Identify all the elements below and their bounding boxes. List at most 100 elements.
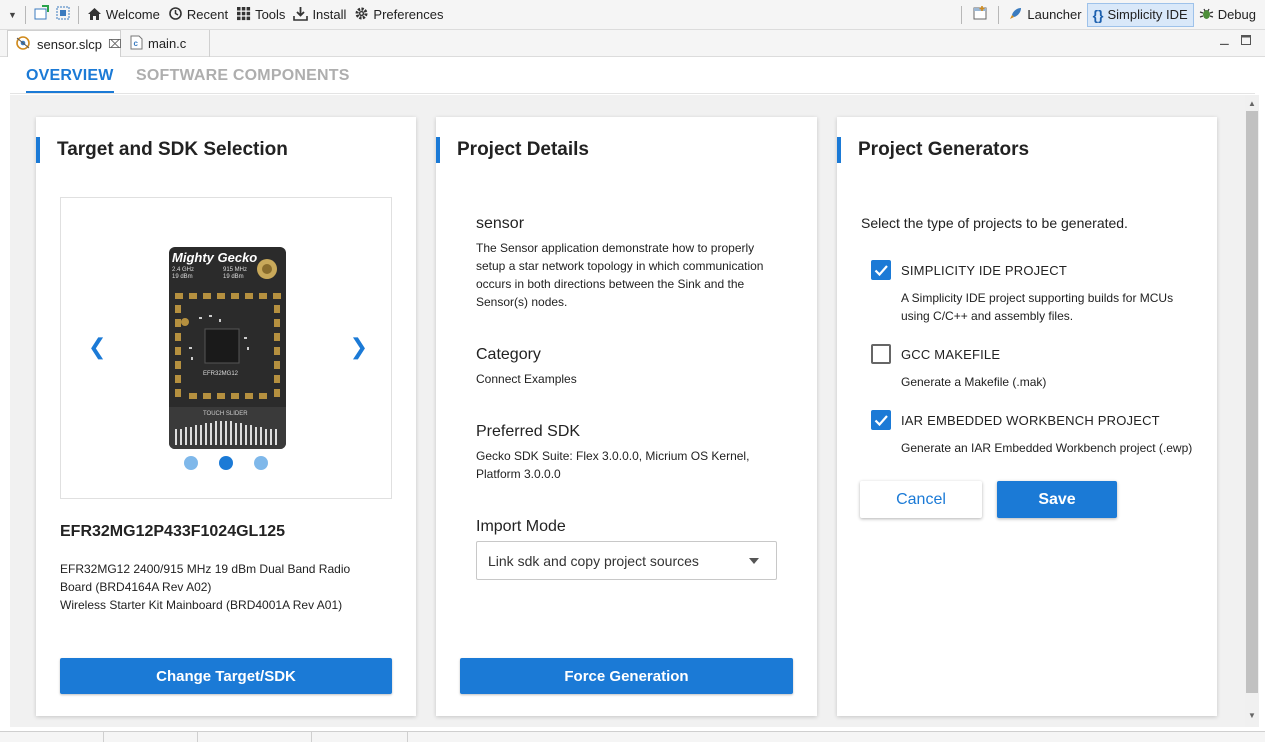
bottom-panel-tab[interactable] (4, 732, 104, 742)
checkmark-icon (874, 265, 888, 277)
checkmark-icon (874, 415, 888, 427)
generator-option-label: GCC MAKEFILE (901, 347, 1001, 362)
c-file-icon: c (130, 35, 143, 53)
download-icon (293, 6, 309, 24)
perspective-launcher-label: Launcher (1027, 7, 1082, 22)
generator-option-desc: Generate an IAR Embedded Workbench proje… (901, 441, 1193, 455)
force-generation-button[interactable]: Force Generation (460, 658, 793, 694)
tab-overview[interactable]: OVERVIEW (26, 67, 114, 93)
change-target-sdk-button[interactable]: Change Target/SDK (60, 658, 392, 694)
category-value: Connect Examples (476, 372, 577, 386)
maximize-icon[interactable] (1241, 34, 1251, 48)
open-perspective-icon[interactable] (972, 5, 988, 24)
carousel-dot[interactable] (184, 456, 198, 470)
braces-icon: {} (1092, 6, 1104, 23)
import-mode-value: Link sdk and copy project sources (488, 552, 699, 569)
dropdown-arrow-icon[interactable]: ▼ (8, 10, 17, 20)
card-title: Project Generators (837, 137, 1029, 163)
editor-tab-sensor-slcp[interactable]: sensor.slcp ⌧ (7, 30, 122, 57)
save-button[interactable]: Save (997, 481, 1117, 518)
new-project-icon[interactable] (33, 5, 49, 24)
toolbar-separator (24, 5, 26, 24)
board-image: Mighty Gecko 2.4 GHz 19 dBm 915 MHz 19 d… (169, 247, 286, 449)
toolbar-install[interactable]: Install (289, 4, 350, 26)
slcp-file-icon (14, 35, 32, 54)
cancel-button[interactable]: Cancel (860, 481, 982, 518)
card-title: Target and SDK Selection (36, 137, 288, 163)
preferred-sdk-heading: Preferred SDK (476, 423, 581, 440)
overview-content: Target and SDK Selection ❮ ❯ Mighty Geck… (10, 95, 1245, 727)
generator-option-desc: A Simplicity IDE project supporting buil… (901, 291, 1174, 323)
toolbar-separator (998, 5, 1000, 24)
toolbar-separator (961, 5, 963, 24)
generators-intro: Select the type of projects to be genera… (861, 215, 1128, 231)
editor-tab-main-c[interactable]: c main.c (124, 30, 210, 57)
project-description: The Sensor application demonstrate how t… (476, 241, 764, 309)
import-mode-select[interactable]: Link sdk and copy project sources (476, 541, 777, 580)
carousel-dot-active[interactable] (219, 456, 233, 470)
toolbar-preferences[interactable]: Preferences (350, 4, 447, 26)
board-chip-label: EFR32MG12 (203, 371, 239, 377)
generator-option-label: IAR EMBEDDED WORKBENCH PROJECT (901, 413, 1160, 428)
perspective-debug[interactable]: Debug (1194, 3, 1261, 27)
category-heading: Category (476, 346, 541, 363)
grid-icon (236, 6, 251, 24)
chevron-left-icon[interactable]: ❮ (88, 334, 106, 360)
gcc-makefile-checkbox[interactable] (871, 344, 891, 364)
board-carousel: ❮ ❯ Mighty Gecko 2.4 GHz 19 dBm 915 MHz … (60, 197, 392, 499)
bottom-panel-tab[interactable] (202, 732, 312, 742)
gear-icon (354, 6, 369, 24)
grid-select-icon[interactable] (55, 5, 71, 24)
simplicity-ide-checkbox[interactable] (871, 260, 891, 280)
toolbar-welcome[interactable]: Welcome (83, 4, 164, 26)
vertical-scrollbar[interactable]: ▲ ▼ (1245, 95, 1259, 727)
iar-workbench-checkbox[interactable] (871, 410, 891, 430)
main-toolbar: ▼ Welcome Recent Tools Install Preferenc… (0, 0, 1265, 30)
project-details-card: Project Details sensor The Sensor applic… (436, 117, 817, 716)
scroll-down-icon[interactable]: ▼ (1248, 711, 1256, 720)
project-generators-card: Project Generators Select the type of pr… (837, 117, 1217, 716)
import-mode-heading: Import Mode (476, 518, 566, 535)
scrollbar-thumb[interactable] (1246, 111, 1258, 693)
toolbar-tools-label: Tools (255, 7, 286, 22)
chevron-right-icon[interactable]: ❯ (350, 334, 368, 360)
toolbar-tools[interactable]: Tools (232, 4, 289, 26)
project-name: sensor (476, 215, 525, 232)
generator-option-desc: Generate a Makefile (.mak) (901, 375, 1047, 389)
part-description-line: Wireless Starter Kit Mainboard (BRD4001A… (60, 598, 343, 612)
history-icon (168, 6, 183, 24)
carousel-dot[interactable] (254, 456, 268, 470)
part-description-line: EFR32MG12 2400/915 MHz 19 dBm Dual Band … (60, 562, 351, 576)
toolbar-recent[interactable]: Recent (164, 4, 232, 26)
perspective-debug-label: Debug (1217, 7, 1256, 22)
generator-option-label: SIMPLICITY IDE PROJECT (901, 263, 1067, 278)
editor-tab-label: main.c (148, 36, 187, 51)
scroll-up-icon[interactable]: ▲ (1248, 99, 1256, 108)
target-sdk-card: Target and SDK Selection ❮ ❯ Mighty Geck… (36, 117, 416, 716)
part-description-line: Board (BRD4164A Rev A02) (60, 580, 212, 594)
tab-software-components[interactable]: SOFTWARE COMPONENTS (136, 67, 350, 85)
rocket-icon (1008, 6, 1023, 24)
card-title: Project Details (436, 137, 589, 163)
part-description: EFR32MG12 2400/915 MHz 19 dBm Dual Band … (60, 560, 360, 614)
close-tab-icon[interactable]: ⌧ (108, 37, 122, 51)
editor-tab-label: sensor.slcp (37, 36, 103, 52)
toolbar-separator (77, 5, 79, 24)
toolbar-install-label: Install (312, 7, 347, 22)
perspective-launcher[interactable]: Launcher (1003, 3, 1086, 27)
toolbar-preferences-label: Preferences (373, 7, 444, 22)
minimize-icon[interactable]: ⚊ (1219, 34, 1230, 48)
part-number: EFR32MG12P433F1024GL125 (60, 523, 286, 540)
toolbar-welcome-label: Welcome (105, 7, 160, 22)
bug-icon (1199, 6, 1214, 24)
bottom-panel-tabs (0, 731, 1265, 742)
bottom-panel-tab[interactable] (108, 732, 198, 742)
toolbar-recent-label: Recent (186, 7, 229, 22)
chevron-down-icon (749, 558, 759, 564)
perspective-simplicity-ide[interactable]: {} Simplicity IDE (1086, 2, 1194, 27)
board-slider-label: TOUCH SLIDER (203, 411, 248, 417)
bottom-panel-tab[interactable] (316, 732, 408, 742)
editor-tab-bar: sensor.slcp ⌧ c main.c ⚊ (0, 30, 1265, 57)
board-artwork (169, 259, 286, 449)
preferred-sdk-value: Gecko SDK Suite: Flex 3.0.0.0, Micrium O… (476, 449, 750, 481)
